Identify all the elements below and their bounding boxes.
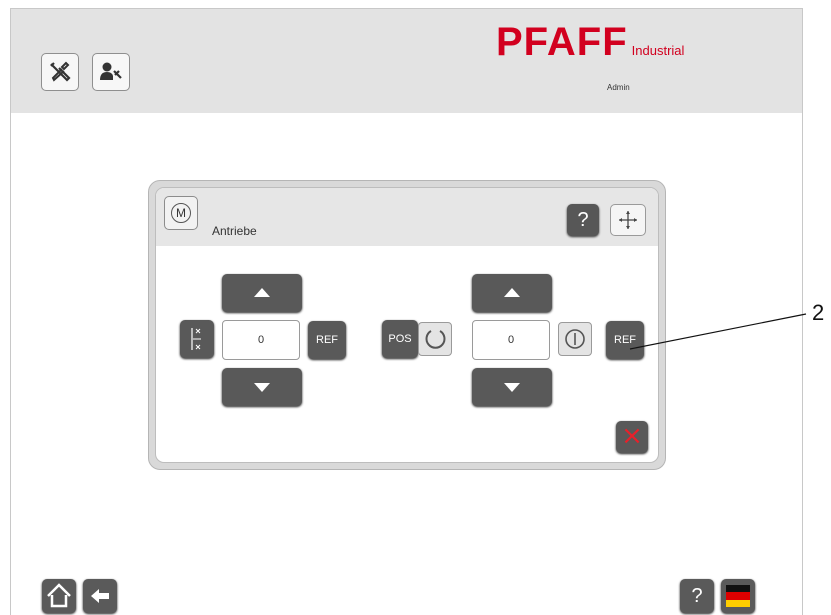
rotate-button[interactable] xyxy=(418,322,452,356)
dialog-move-button[interactable] xyxy=(610,204,646,236)
drives-dialog: M Antriebe ? 0 REF POS 0 REF × xyxy=(148,180,666,470)
move-icon xyxy=(619,211,637,229)
logo-sub-text: Industrial xyxy=(631,43,685,58)
tools-button[interactable] xyxy=(41,53,79,91)
logo-main-text: PFAFF xyxy=(496,20,628,64)
screen: PFAFF Industrial Admin M Antriebe ? 0 RE… xyxy=(10,8,803,615)
callout-number: 2 xyxy=(812,300,825,325)
right-down-button[interactable] xyxy=(472,368,552,406)
footer-help-button[interactable]: ? xyxy=(680,579,714,613)
dialog-title: Antriebe xyxy=(212,224,257,238)
down-arrow-icon xyxy=(504,383,520,392)
home-icon xyxy=(47,583,71,608)
right-ref-button[interactable]: REF xyxy=(606,321,644,359)
right-value-field[interactable]: 0 xyxy=(472,320,550,360)
back-button[interactable] xyxy=(83,579,117,613)
left-up-button[interactable] xyxy=(222,274,302,312)
tools-icon xyxy=(50,61,71,82)
pos-button[interactable]: POS xyxy=(382,320,418,358)
pfaff-logo: PFAFF Industrial xyxy=(496,20,684,70)
dialog-body: M Antriebe ? 0 REF POS 0 REF × xyxy=(155,187,659,463)
mode-m-icon: M xyxy=(171,203,191,223)
dialog-help-button[interactable]: ? xyxy=(567,204,599,236)
left-ref-button[interactable]: REF xyxy=(308,321,346,359)
home-button[interactable] xyxy=(42,579,76,613)
power-button[interactable] xyxy=(558,322,592,356)
language-button[interactable] xyxy=(721,579,755,613)
left-value-field[interactable]: 0 xyxy=(222,320,300,360)
down-arrow-icon xyxy=(254,383,270,392)
close-button[interactable]: × xyxy=(616,421,648,453)
up-arrow-icon xyxy=(254,288,270,297)
back-arrow-icon xyxy=(91,589,109,603)
right-up-button[interactable] xyxy=(472,274,552,312)
user-settings-button[interactable] xyxy=(92,53,130,91)
up-arrow-icon xyxy=(504,288,520,297)
user-settings-icon xyxy=(100,62,122,80)
dialog-titlebar: M Antriebe ? xyxy=(156,188,658,246)
mode-button[interactable]: M xyxy=(164,196,198,230)
stitch-length-icon xyxy=(191,328,201,350)
stitch-length-button[interactable] xyxy=(180,320,214,358)
left-down-button[interactable] xyxy=(222,368,302,406)
power-icon xyxy=(565,329,585,349)
user-label: Admin xyxy=(607,83,630,92)
header-bar: PFAFF Industrial Admin xyxy=(11,9,802,113)
german-flag-icon xyxy=(726,585,750,607)
rotate-icon xyxy=(425,330,446,349)
